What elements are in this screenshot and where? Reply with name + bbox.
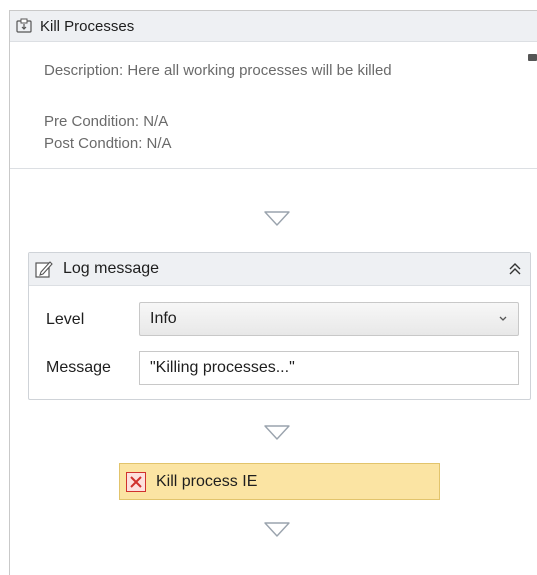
log-message-title: Log message: [63, 260, 160, 277]
collapse-chevron-icon[interactable]: [508, 262, 522, 276]
annotation-description: Description: Here all working processes …: [44, 62, 392, 79]
level-label: Level: [46, 311, 85, 328]
sequence-header[interactable]: Kill Processes: [10, 11, 537, 42]
sequence-annotation[interactable]: Description: Here all working processes …: [10, 42, 537, 169]
drop-arrow-icon[interactable]: [264, 425, 290, 441]
drop-arrow-icon[interactable]: [264, 522, 290, 538]
log-message-header[interactable]: Log message: [29, 253, 530, 286]
error-icon: [126, 471, 146, 492]
sequence-title: Kill Processes: [40, 17, 135, 35]
annotation-post-condition: Post Condtion: N/A: [44, 135, 172, 152]
drop-arrow-icon[interactable]: [264, 211, 290, 227]
kill-process-activity[interactable]: Kill process IE: [119, 463, 440, 500]
level-row: Level Info: [29, 302, 530, 336]
level-select-value: Info: [150, 310, 177, 327]
chevron-down-icon: [499, 316, 507, 321]
kill-process-title: Kill process IE: [156, 472, 258, 490]
log-message-activity[interactable]: Log message Level Info Message "Killing …: [28, 252, 531, 400]
workflow-canvas: Kill Processes Description: Here all wor…: [0, 0, 537, 575]
message-row: Message "Killing processes...": [29, 351, 530, 385]
sequence-icon: [16, 18, 32, 34]
pin-icon[interactable]: [528, 54, 537, 61]
message-label: Message: [46, 359, 111, 376]
log-message-icon: [34, 259, 54, 279]
level-select[interactable]: Info: [139, 302, 519, 336]
message-input-value: "Killing processes...": [150, 359, 295, 376]
annotation-pre-condition: Pre Condition: N/A: [44, 113, 169, 130]
message-input[interactable]: "Killing processes...": [139, 351, 519, 385]
